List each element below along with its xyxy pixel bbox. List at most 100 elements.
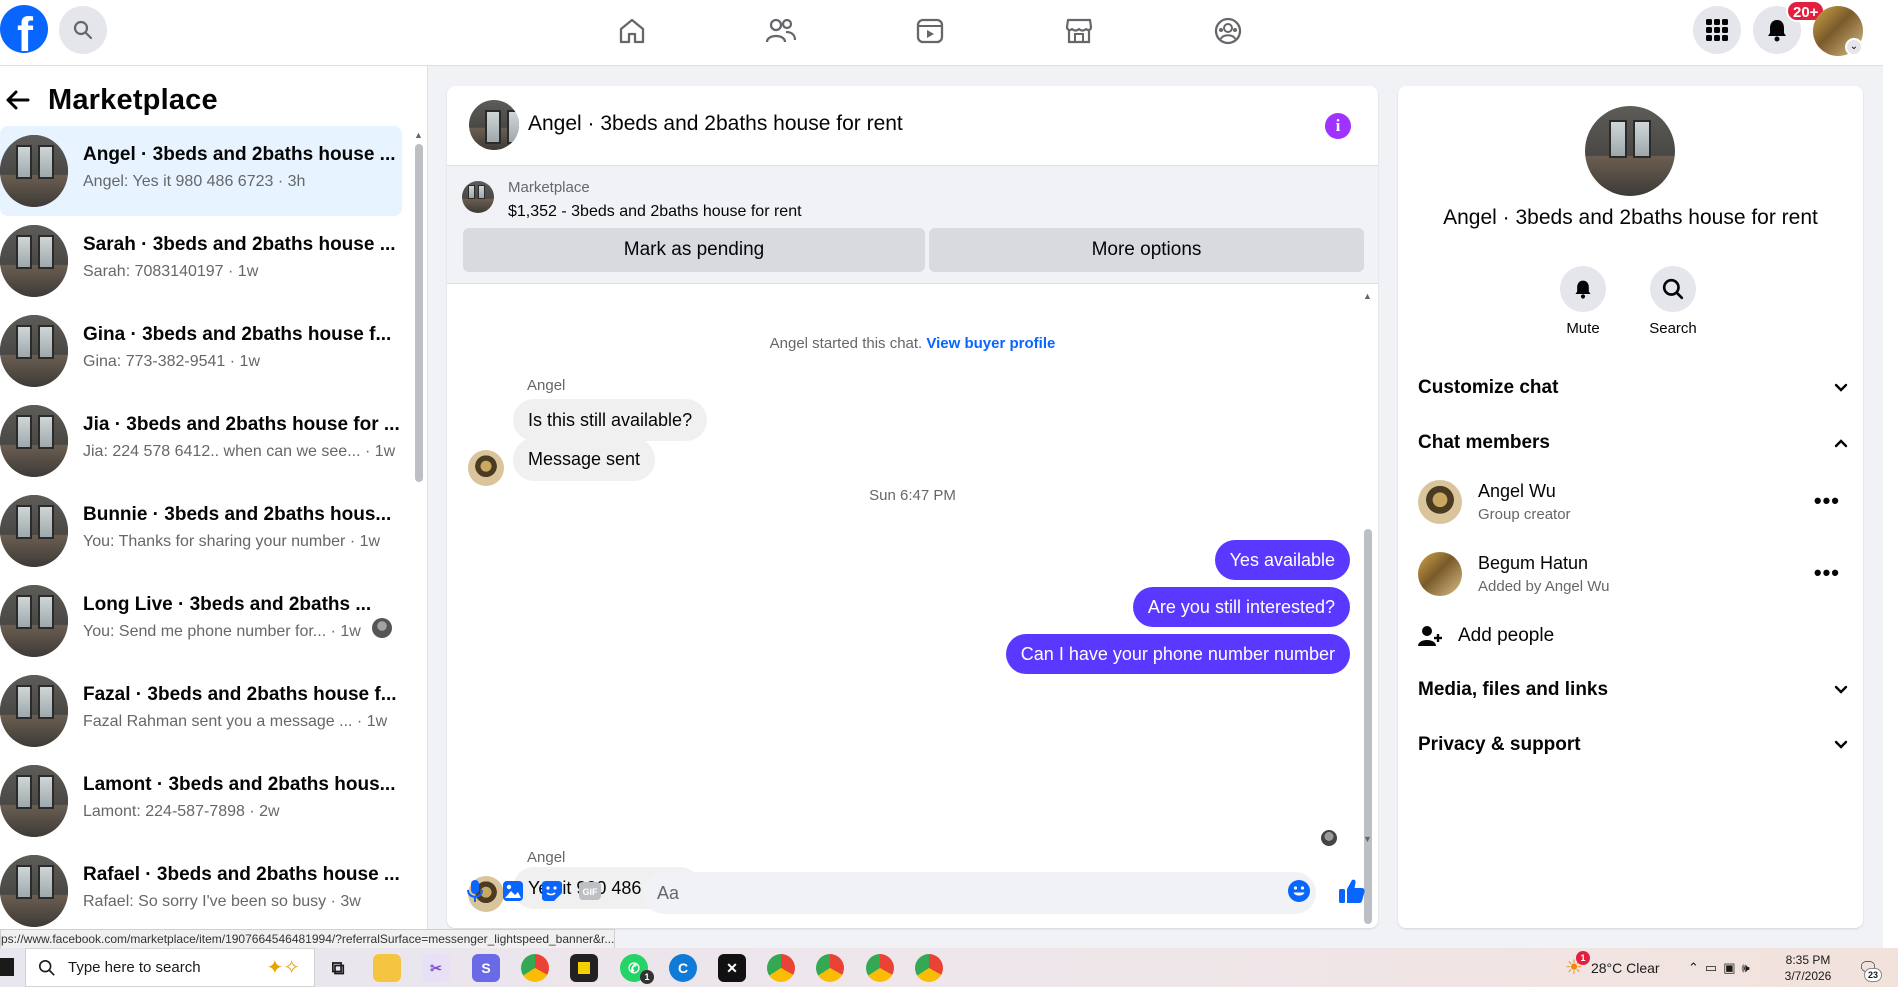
conversation-title: Fazal · 3beds and 2baths house f... bbox=[83, 684, 397, 705]
conversation-item[interactable]: Jia · 3beds and 2baths house for ... Jia:… bbox=[0, 396, 402, 486]
attach-photo-button[interactable] bbox=[500, 878, 526, 904]
snipping-tool-icon[interactable]: ✂ bbox=[422, 954, 450, 982]
account-chevron-down-icon[interactable]: ⌄ bbox=[1845, 38, 1863, 56]
emoji-button[interactable] bbox=[1286, 878, 1312, 904]
weather-badge: 1 bbox=[1576, 951, 1590, 965]
conversation-item[interactable]: Sarah · 3beds and 2baths house ... Sarah:… bbox=[0, 216, 402, 306]
conversation-item[interactable]: Angel · 3beds and 2baths house ... Angel:… bbox=[0, 126, 402, 216]
info-icon[interactable]: i bbox=[1325, 113, 1351, 139]
member-role: Added by Angel Wu bbox=[1478, 578, 1610, 595]
incoming-message[interactable]: Message sent bbox=[513, 438, 656, 481]
conversation-item[interactable]: Rafael · 3beds and 2baths house ... Rafae… bbox=[0, 846, 402, 936]
taskbar-search[interactable]: Type here to search ✦✧ bbox=[25, 948, 315, 987]
member-role: Group creator bbox=[1478, 506, 1571, 523]
conversation-title: Sarah · 3beds and 2baths house ... bbox=[83, 234, 396, 255]
gif-button[interactable]: GIF bbox=[577, 878, 603, 904]
outgoing-message[interactable]: Can I have your phone number number bbox=[1005, 634, 1350, 674]
file-explorer-icon[interactable] bbox=[373, 954, 401, 982]
conversation-preview: You: Send me phone number for... · 1w bbox=[83, 623, 361, 640]
conversation-preview: Jia: 224 578 6412.. when can we see... ·… bbox=[83, 443, 396, 460]
system-tray[interactable]: ⌃ ▭▣🕪 bbox=[1688, 948, 1756, 987]
chrome-profile-icon[interactable] bbox=[816, 954, 844, 982]
member-row[interactable]: Begum Hatun Added by Angel Wu ••• bbox=[1418, 544, 1848, 604]
member-avatar[interactable] bbox=[1418, 552, 1462, 596]
add-people-button[interactable]: Add people bbox=[1418, 616, 1554, 656]
privacy-support-section[interactable]: Privacy & support bbox=[1418, 725, 1848, 765]
chat-details-avatar[interactable] bbox=[1585, 106, 1675, 196]
scroll-down-arrow-icon[interactable]: ▼ bbox=[1363, 834, 1372, 844]
page-scrollbar[interactable] bbox=[1883, 0, 1898, 948]
message-input[interactable] bbox=[643, 872, 1316, 914]
conversation-item[interactable]: Gina · 3beds and 2baths house f... Gina: … bbox=[0, 306, 402, 396]
marketplace-nav-button[interactable] bbox=[1054, 10, 1104, 52]
like-button[interactable] bbox=[1337, 878, 1367, 904]
listing-title[interactable]: $1,352 - 3beds and 2baths house for rent bbox=[508, 203, 802, 221]
member-name: Angel Wu bbox=[1478, 481, 1556, 501]
chrome-profile-icon[interactable] bbox=[915, 954, 943, 982]
outgoing-message[interactable]: Are you still interested? bbox=[1132, 587, 1350, 627]
mark-as-pending-button[interactable]: Mark as pending bbox=[463, 228, 925, 272]
conversation-preview: Lamont: 224-587-7898 · 2w bbox=[83, 803, 280, 820]
capcut-icon[interactable]: ✕ bbox=[718, 954, 746, 982]
bell-icon bbox=[1768, 20, 1786, 42]
view-buyer-profile-link[interactable]: View buyer profile bbox=[926, 335, 1055, 352]
incoming-message[interactable]: Is this still available? bbox=[513, 399, 708, 441]
member-avatar[interactable] bbox=[1418, 480, 1462, 524]
sticker-icon bbox=[542, 881, 562, 901]
mute-button[interactable] bbox=[1560, 266, 1606, 312]
media-files-links-section[interactable]: Media, files and links bbox=[1418, 670, 1848, 710]
conversation-item[interactable]: Bunnie · 3beds and 2baths hous... You: Th… bbox=[0, 486, 402, 576]
sticker-button[interactable] bbox=[539, 878, 565, 904]
conversation-title: Rafael · 3beds and 2baths house ... bbox=[83, 864, 400, 885]
notification-count: 23 bbox=[1864, 968, 1882, 982]
chrome-profile-icon[interactable] bbox=[866, 954, 894, 982]
voice-clip-button[interactable] bbox=[462, 878, 488, 904]
sparkle-icon: ✦✧ bbox=[266, 957, 300, 979]
groups-nav-button[interactable] bbox=[1203, 10, 1253, 52]
outgoing-message[interactable]: Yes available bbox=[1214, 540, 1350, 580]
scroll-up-arrow-icon[interactable]: ▲ bbox=[1363, 291, 1372, 301]
conversation-item[interactable]: Lamont · 3beds and 2baths hous... Lamont:… bbox=[0, 756, 402, 846]
search-in-chat-button[interactable] bbox=[1650, 266, 1696, 312]
marketplace-icon bbox=[1065, 18, 1093, 44]
menu-button[interactable] bbox=[1693, 6, 1741, 54]
marketplace-label: Marketplace bbox=[508, 179, 590, 196]
message-composer: GIF bbox=[447, 854, 1378, 928]
inbox-scrollbar-thumb[interactable] bbox=[415, 144, 423, 482]
chat-title[interactable]: Angel · 3beds and 2baths house for rent bbox=[528, 112, 903, 136]
chevron-up-icon[interactable]: ⌃ bbox=[1688, 960, 1705, 976]
video-nav-button[interactable] bbox=[905, 10, 955, 52]
canva-icon[interactable]: C bbox=[669, 954, 697, 982]
customize-chat-section[interactable]: Customize chat bbox=[1418, 368, 1848, 408]
groups-icon bbox=[1214, 17, 1242, 45]
chrome-profile-icon[interactable] bbox=[767, 954, 795, 982]
listing-thumbnail[interactable] bbox=[462, 181, 494, 213]
start-button[interactable] bbox=[0, 958, 14, 976]
back-button[interactable] bbox=[0, 80, 34, 120]
conversation-item[interactable]: Long Live · 3beds and 2baths ... You: Sen… bbox=[0, 576, 402, 666]
member-row[interactable]: Angel Wu Group creator ••• bbox=[1418, 472, 1848, 532]
sender-avatar[interactable] bbox=[468, 450, 504, 486]
mute-action[interactable]: Mute bbox=[1548, 266, 1618, 337]
home-nav-button[interactable] bbox=[607, 10, 657, 52]
chat-avatar[interactable] bbox=[469, 100, 519, 150]
facebook-logo[interactable]: f bbox=[0, 5, 48, 53]
conversation-thumbnail bbox=[0, 315, 68, 387]
task-view-icon[interactable]: ⧉ bbox=[324, 954, 352, 982]
add-person-icon bbox=[1418, 626, 1442, 646]
more-options-button[interactable]: More options bbox=[929, 228, 1364, 272]
friends-nav-button[interactable] bbox=[756, 10, 806, 52]
app-icon[interactable]: S bbox=[472, 954, 500, 982]
tray-icons: ▭▣🕪 bbox=[1704, 959, 1756, 975]
conversation-item[interactable]: Fazal · 3beds and 2baths house f... Fazal… bbox=[0, 666, 402, 756]
more-options-icon[interactable]: ••• bbox=[1814, 490, 1840, 512]
more-options-icon[interactable]: ••• bbox=[1814, 562, 1840, 584]
clock[interactable]: 8:35 PM 3/7/2026 bbox=[1772, 952, 1844, 984]
sticky-notes-icon[interactable] bbox=[570, 954, 598, 982]
search-button[interactable] bbox=[59, 6, 107, 54]
scroll-up-arrow-icon[interactable]: ▲ bbox=[414, 130, 423, 140]
search-action[interactable]: Search bbox=[1638, 266, 1708, 337]
chrome-icon[interactable] bbox=[521, 954, 549, 982]
chat-members-section[interactable]: Chat members bbox=[1418, 423, 1848, 463]
sender-name: Angel bbox=[527, 377, 566, 394]
